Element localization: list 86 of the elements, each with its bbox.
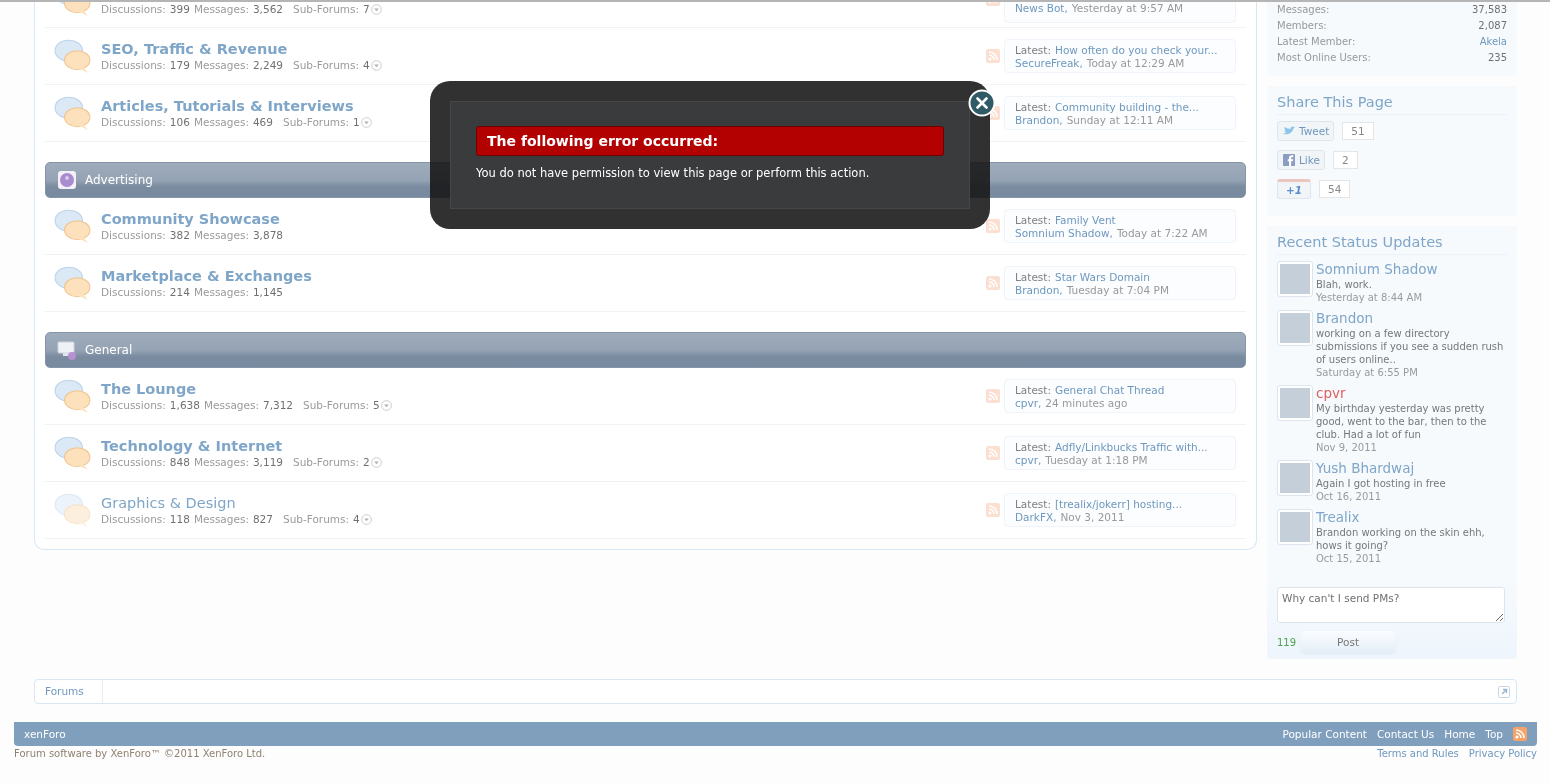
- latest-label: Latest:: [1015, 100, 1051, 113]
- post-time: Today at 12:29 AM: [1086, 56, 1185, 69]
- status-time: Saturday at 6:55 PM: [1316, 366, 1419, 379]
- stat-value: 118: [169, 513, 190, 525]
- post-time: Today at 7:22 AM: [1116, 226, 1208, 239]
- stat-label: Messages:: [203, 399, 259, 411]
- stat-value: 2: [363, 456, 370, 468]
- stat-value: 1,638: [169, 399, 200, 411]
- stat-value: 848: [169, 456, 190, 468]
- stat-label: Discussions:: [101, 399, 166, 411]
- share-count: 51: [1342, 122, 1374, 140]
- stat-value: 2,087: [1478, 19, 1507, 33]
- stat-value: 382: [169, 229, 190, 241]
- status-text: Brandon working on the skin ehh, hows it going?: [1316, 526, 1486, 552]
- stat-label: Messages:: [193, 456, 249, 468]
- copyright-text: Forum software by XenForo™ ©2011 XenForo Ltd.: [14, 748, 266, 759]
- char-counter: 119: [1277, 636, 1297, 648]
- stat-label: Discussions:: [101, 3, 166, 15]
- status-text: My birthday yesterday was pretty good, went to the bar, then to the club. Had a lot of fun: [1316, 402, 1488, 441]
- stat-label: Discussions:: [101, 456, 166, 468]
- latest-label: Latest:: [1015, 43, 1051, 56]
- stat-label: Sub-Forums:: [303, 399, 370, 411]
- stat-label: Sub-Forums:: [283, 116, 350, 128]
- stat-value: 1: [353, 116, 360, 128]
- stat-label: Messages:: [193, 59, 249, 71]
- stat-label: Sub-Forums:: [283, 513, 350, 525]
- stat-value: 235: [1487, 51, 1507, 65]
- section-title: Recent Status Updates: [1277, 234, 1507, 255]
- stat-value: 827: [252, 513, 273, 525]
- stat-value: 3,562: [252, 3, 283, 15]
- post-time: 24 minutes ago: [1045, 396, 1128, 409]
- stat-value: 5: [373, 399, 380, 411]
- stat-value: 214: [169, 286, 190, 298]
- post-time: Tuesday at 7:04 PM: [1066, 283, 1169, 296]
- share-count: 54: [1319, 180, 1351, 198]
- stat-label: Sub-Forums:: [293, 59, 360, 71]
- status-time: Oct 16, 2011: [1316, 490, 1382, 503]
- status-time: Yesterday at 8:44 AM: [1316, 291, 1424, 304]
- stat-value: 399: [169, 3, 190, 15]
- latest-label: Latest:: [1015, 440, 1051, 453]
- post-time: Nov 3, 2011: [1060, 510, 1125, 523]
- post-time: Yesterday at 9:57 AM: [1071, 2, 1184, 14]
- stat-label: Messages:: [193, 229, 249, 241]
- stat-value: 2,249: [252, 59, 283, 71]
- stat-value: 3,878: [252, 229, 283, 241]
- post-time: Sunday at 12:11 AM: [1066, 113, 1174, 126]
- stat-label: Messages:: [193, 116, 249, 128]
- stat-label: Messages:: [1277, 3, 1330, 17]
- latest-label: Latest:: [1015, 383, 1051, 396]
- stat-value: 7,312: [262, 399, 293, 411]
- stat-label: Sub-Forums:: [293, 456, 360, 468]
- stat-value: 106: [169, 116, 190, 128]
- stat-label: Messages:: [193, 286, 249, 298]
- stat-value: 4: [363, 59, 370, 71]
- stat-value: 7: [363, 3, 370, 15]
- latest-label: Latest:: [1015, 497, 1051, 510]
- stat-label: Sub-Forums:: [293, 3, 360, 15]
- status-time: Nov 9, 2011: [1316, 441, 1378, 454]
- footer-brand: xenForo: [24, 728, 66, 740]
- share-count: 2: [1332, 151, 1358, 169]
- stat-value: 37,583: [1472, 3, 1507, 17]
- stat-label: Discussions:: [101, 59, 166, 71]
- error-message: You do not have permission to view this page or perform this action.: [476, 166, 871, 180]
- status-time: Oct 15, 2011: [1316, 552, 1382, 565]
- section-title: Share This Page: [1277, 94, 1507, 115]
- stat-label: Discussions:: [101, 229, 166, 241]
- stat-label: Most Online Users:: [1277, 51, 1371, 65]
- latest-label: Latest:: [1015, 213, 1051, 226]
- stat-value: 1,145: [252, 286, 283, 298]
- stat-value: 3,119: [252, 456, 283, 468]
- stat-value: 179: [169, 59, 190, 71]
- stat-value: 4: [353, 513, 360, 525]
- stat-label: Discussions:: [101, 116, 166, 128]
- latest-label: Latest:: [1015, 270, 1051, 283]
- post-time: Tuesday at 1:18 PM: [1045, 453, 1148, 466]
- stat-value: 469: [252, 116, 273, 128]
- status-text: Blah, work.: [1316, 278, 1373, 291]
- stat-label: Discussions:: [101, 513, 166, 525]
- stat-label: Messages:: [193, 513, 249, 525]
- stat-label: Latest Member:: [1277, 35, 1356, 49]
- status-text: Again I got hosting in free: [1316, 477, 1446, 490]
- stat-label: Messages:: [193, 3, 249, 15]
- stat-label: Members:: [1277, 19, 1327, 33]
- stat-label: Discussions:: [101, 286, 166, 298]
- status-text: working on a few directory submissions if you see a sudden rush of users online..: [1316, 327, 1505, 366]
- error-heading: The following error occurred:: [476, 126, 944, 156]
